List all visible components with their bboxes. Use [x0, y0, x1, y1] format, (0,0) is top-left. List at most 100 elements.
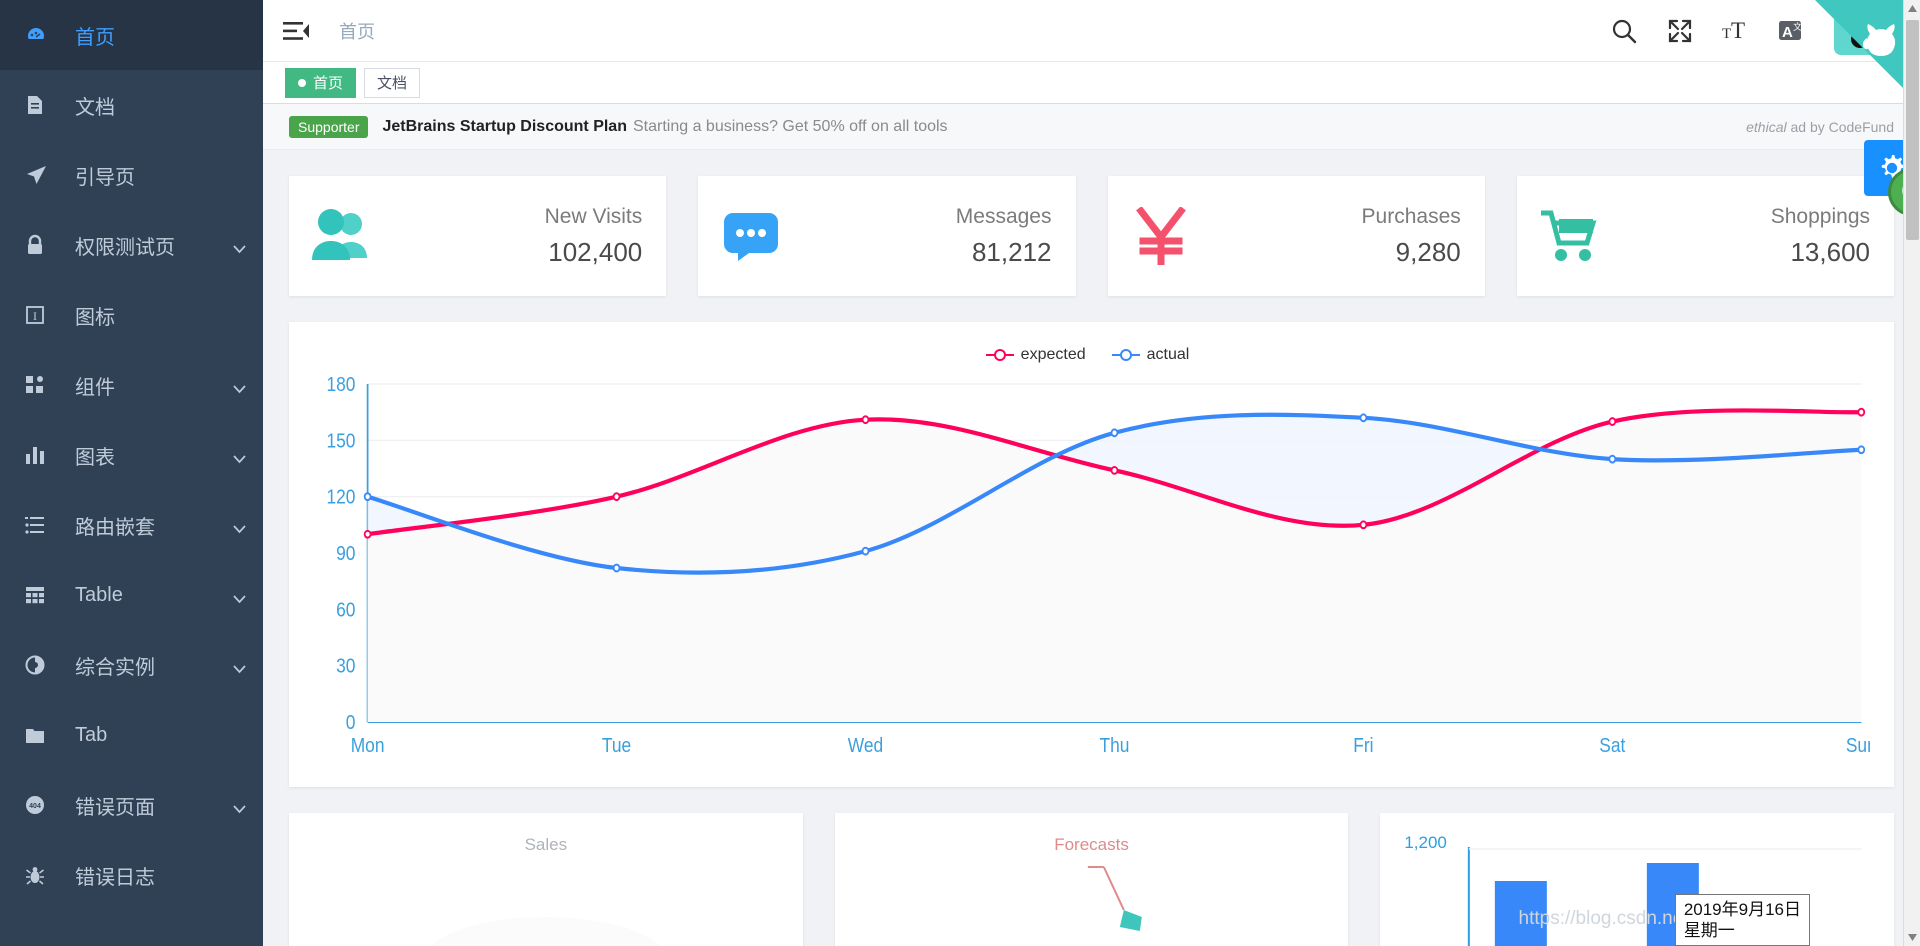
stat-card-3[interactable]: Purchases 9,280: [1107, 176, 1485, 296]
svg-text:30: 30: [336, 655, 355, 677]
sidebar-item-5[interactable]: I 图标: [0, 280, 263, 350]
svg-text:120: 120: [326, 486, 355, 508]
sidebar-item-label: 错误页面: [75, 796, 155, 819]
tab-icon: [25, 722, 59, 748]
ad-attribution[interactable]: ethical ad by CodeFund: [1746, 119, 1894, 135]
tags-view: 首页 文档: [263, 62, 1920, 104]
sidebar-item-8[interactable]: 路由嵌套: [0, 490, 263, 560]
svg-text:T: T: [1722, 26, 1731, 42]
sidebar-item-label: 图标: [75, 306, 115, 329]
ad-attribution-italic: ethical: [1746, 118, 1787, 135]
scrollbar-thumb[interactable]: [1906, 20, 1919, 240]
ad-headline: JetBrains Startup Discount Plan: [382, 117, 627, 135]
svg-text:404: 404: [29, 803, 41, 810]
font-size-icon[interactable]: T T: [1722, 17, 1750, 45]
stat-card-text: Shoppings 13,600: [1771, 205, 1870, 268]
breadcrumb[interactable]: 首页: [339, 18, 375, 44]
date-tooltip: 2019年9月16日 星期一: [1674, 893, 1810, 946]
sidebar-item-10[interactable]: 综合实例: [0, 630, 263, 700]
tooltip-date-line: 2019年9月16日: [1683, 899, 1801, 919]
tooltip-weekday-line: 星期一: [1683, 920, 1735, 940]
stat-card-row: New Visits 102,400 Messages 81,212 Purchases…: [289, 176, 1894, 296]
fullscreen-icon[interactable]: [1666, 17, 1694, 45]
scroll-down-arrow[interactable]: [1904, 929, 1920, 946]
scroll-up-arrow[interactable]: [1904, 0, 1920, 17]
sidebar-item-1[interactable]: 首页: [0, 0, 263, 70]
sidebar-item-label: 首页: [75, 26, 115, 49]
sidebar-item-2[interactable]: 文档: [0, 70, 263, 140]
sidebar-item-12[interactable]: 404 错误页面: [0, 770, 263, 840]
legend-item-actual[interactable]: actual: [1111, 346, 1190, 364]
svg-text:I: I: [33, 309, 37, 323]
stat-card-title: Messages: [955, 204, 1052, 228]
svg-text:Tue: Tue: [602, 734, 631, 756]
stat-card-1[interactable]: New Visits 102,400: [289, 176, 667, 296]
line-chart-plot[interactable]: 0 30 60 90 120 150 180 Mon Tue Wed Thu Fri Sat Sun: [305, 370, 1876, 770]
tag-item-document[interactable]: 文档: [364, 67, 421, 98]
search-icon[interactable]: [1610, 17, 1638, 45]
table-icon: [25, 582, 59, 608]
stat-card-text: Purchases 9,280: [1362, 205, 1461, 268]
hamburger-collapse-icon[interactable]: [283, 18, 309, 44]
legend-item-expected[interactable]: expected: [985, 346, 1086, 364]
sidebar-item-6[interactable]: 组件: [0, 350, 263, 420]
sidebar-item-4[interactable]: 权限测试页: [0, 210, 263, 280]
svg-text:Wed: Wed: [848, 734, 883, 756]
legend-marker-actual: [1111, 349, 1140, 361]
tag-dot-icon: [298, 78, 306, 87]
github-cat-icon: [1850, 18, 1906, 79]
sidebar-item-label: Tab: [75, 723, 108, 746]
sidebar-item-label: 文档: [75, 96, 115, 119]
sidebar-item-7[interactable]: 图表: [0, 420, 263, 490]
document-icon: [25, 92, 59, 118]
legend-label-actual: actual: [1146, 346, 1190, 363]
sidebar-item-9[interactable]: Table: [0, 560, 263, 630]
svg-text:180: 180: [326, 373, 355, 395]
guide-icon: [25, 162, 59, 188]
dashboard-icon: [25, 22, 59, 48]
people-icon: [311, 205, 373, 267]
forecasts-radar-chart: [1087, 866, 1142, 931]
svg-text:Mon: Mon: [351, 734, 385, 756]
browser-scrollbar[interactable]: [1903, 0, 1920, 946]
example-icon: [25, 652, 59, 678]
sidebar-item-label: 图表: [75, 446, 115, 469]
nested-icon: [25, 512, 59, 538]
ad-attribution-rest: ad by CodeFund: [1786, 118, 1894, 135]
sidebar-item-13[interactable]: 错误日志: [0, 840, 263, 910]
forecasts-chart-card[interactable]: Forecasts: [834, 813, 1349, 946]
money-icon: [1130, 205, 1192, 267]
sidebar-item-label: 组件: [75, 376, 115, 399]
svg-text:Sat: Sat: [1599, 734, 1626, 756]
sidebar-item-11[interactable]: Tab: [0, 700, 263, 770]
svg-text:0: 0: [346, 711, 356, 733]
svg-text:Sun: Sun: [1846, 734, 1870, 756]
supporter-badge: Supporter: [289, 115, 369, 138]
component-icon: [25, 372, 59, 398]
navbar: 首页 T T A 文: [263, 0, 1920, 62]
sidebar-item-label: Table: [75, 583, 123, 606]
sidebar-item-label: 引导页: [75, 166, 135, 189]
legend-label-expected: expected: [1020, 346, 1086, 363]
svg-text:60: 60: [336, 598, 355, 620]
stat-card-title: New Visits: [544, 204, 643, 228]
sidebar-item-label: 错误日志: [75, 866, 155, 889]
svg-text:Thu: Thu: [1099, 734, 1129, 756]
404-icon: 404: [25, 792, 59, 818]
stat-card-2[interactable]: Messages 81,212: [698, 176, 1076, 296]
stat-card-text: New Visits 102,400: [545, 205, 643, 268]
tag-item-home[interactable]: 首页: [285, 67, 357, 98]
line-chart-card: expected actual 0 30 60 90 120 150 180 Mon Tue We…: [289, 322, 1894, 787]
main-area: 首页 T T A 文 首页 文档 Supporter JetBrains Sta…: [263, 0, 1920, 946]
tag-label: 文档: [377, 75, 408, 92]
translate-icon[interactable]: A 文: [1778, 17, 1806, 45]
stat-card-value: 9,280: [1395, 236, 1461, 267]
sidebar: 首页文档引导页权限测试页 I 图标组件图表路由嵌套 Table 综合实例 Tab 404 错误…: [0, 0, 263, 946]
stat-card-4[interactable]: Shoppings 13,600: [1516, 176, 1894, 296]
ad-banner[interactable]: Supporter JetBrains Startup Discount Pla…: [263, 104, 1920, 150]
bar-chart-axis-label: 1,200: [1404, 833, 1447, 852]
sales-pie-chart: [431, 917, 660, 946]
sales-chart-card[interactable]: Sales: [289, 813, 803, 946]
stat-card-title: Purchases: [1361, 204, 1461, 228]
sidebar-item-3[interactable]: 引导页: [0, 140, 263, 210]
